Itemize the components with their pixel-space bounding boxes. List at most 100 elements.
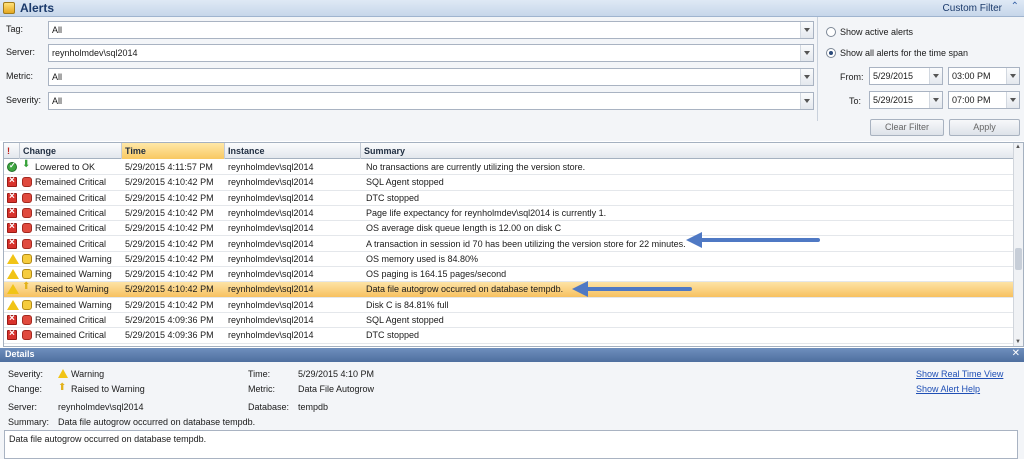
severity-column-header-icon[interactable]: ! <box>4 143 20 159</box>
critical-icon <box>7 206 17 218</box>
column-header-instance[interactable]: Instance <box>225 143 361 159</box>
chevron-down-icon[interactable] <box>800 93 813 109</box>
warning-state-icon <box>22 253 32 264</box>
critical-icon <box>7 237 17 249</box>
details-change-label: Change: <box>8 384 43 394</box>
cell-time: 5/29/2015 4:10:42 PM <box>125 177 214 188</box>
chevron-down-icon[interactable] <box>1006 92 1019 108</box>
tag-select[interactable]: All <box>48 21 814 39</box>
annotation-arrow-autogrow <box>572 281 692 297</box>
scroll-down-icon[interactable]: ▼ <box>1015 339 1021 345</box>
column-header-time[interactable]: Time <box>122 143 225 159</box>
table-row[interactable]: Remained Critical 5/29/2015 4:10:42 PM rey… <box>4 221 1014 237</box>
cell-summary: OS memory used is 84.80% <box>366 253 479 264</box>
annotation-arrow-version-store <box>686 232 820 248</box>
cell-summary: Page life expectancy for reynholmdev\sql… <box>366 207 607 218</box>
metric-select[interactable]: All <box>48 68 814 86</box>
table-row[interactable]: Lowered to OK 5/29/2015 4:11:57 PM reynhol… <box>4 159 1014 176</box>
cell-summary: DTC stopped <box>366 192 420 203</box>
cell-instance: reynholmdev\sql2014 <box>228 177 314 188</box>
table-row[interactable]: Remained Critical 5/29/2015 4:10:42 PM rey… <box>4 175 1014 191</box>
show-all-radio[interactable] <box>826 48 836 58</box>
chevron-down-icon[interactable] <box>929 92 942 108</box>
show-alert-help-link[interactable]: Show Alert Help <box>916 384 980 394</box>
cell-time: 5/29/2015 4:10:42 PM <box>125 238 214 249</box>
cell-instance: reynholmdev\sql2014 <box>228 315 314 325</box>
grid-header: ! Change Time Instance Summary <box>4 143 1014 159</box>
critical-state-icon <box>22 207 32 218</box>
warning-icon <box>58 369 68 378</box>
chevron-down-icon[interactable] <box>800 22 813 38</box>
filter-divider <box>817 17 818 121</box>
table-row[interactable]: Remained Warning 5/29/2015 4:10:42 PM reyn… <box>4 298 1014 313</box>
column-header-summary[interactable]: Summary <box>361 143 1014 159</box>
cell-instance: reynholmdev\sql2014 <box>228 223 314 234</box>
show-active-radio[interactable] <box>826 27 836 37</box>
to-time-picker[interactable]: 07:00 PM <box>948 91 1020 109</box>
cell-change: Raised to Warning <box>35 284 109 295</box>
clear-filter-button[interactable]: Clear Filter <box>870 119 944 136</box>
cell-instance: reynholmdev\sql2014 <box>228 192 314 203</box>
chevron-up-icon[interactable]: ⌃ <box>1011 1 1019 12</box>
arrow-down-icon <box>22 159 32 172</box>
details-header: Details ✕ <box>0 348 1024 362</box>
critical-state-icon <box>22 330 32 341</box>
table-row[interactable]: Remained Critical 5/29/2015 4:10:42 PM rey… <box>4 206 1014 222</box>
cell-summary: SQL Agent stopped <box>366 315 444 325</box>
cell-time: 5/29/2015 4:10:42 PM <box>125 192 214 203</box>
table-row[interactable]: Remained Critical 5/29/2015 4:09:36 PM rey… <box>4 328 1014 344</box>
details-message-box[interactable]: Data file autogrow occurred on database … <box>4 430 1018 459</box>
chevron-down-icon[interactable] <box>800 69 813 85</box>
details-time-label: Time: <box>248 369 271 379</box>
from-time-picker[interactable]: 03:00 PM <box>948 67 1020 85</box>
server-select[interactable]: reynholmdev\sql2014 <box>48 44 814 62</box>
cell-change: Remained Warning <box>35 299 112 310</box>
details-summary-value: Data file autogrow occurred on database … <box>58 417 256 427</box>
cell-time: 5/29/2015 4:10:42 PM <box>125 253 214 264</box>
table-row[interactable]: Remained Critical 5/29/2015 4:10:42 PM rey… <box>4 237 1014 252</box>
metric-filter-row: Metric: All <box>0 66 820 88</box>
scrollbar-thumb[interactable] <box>1015 248 1022 270</box>
custom-filter-toggle[interactable]: Custom Filter <box>943 3 1002 14</box>
cell-change: Remained Critical <box>35 223 107 234</box>
alerts-grid: ! Change Time Instance Summary Lowered t… <box>3 142 1024 347</box>
cell-instance: reynholmdev\sql2014 <box>228 253 314 264</box>
to-date-picker[interactable]: 5/29/2015 <box>869 91 943 109</box>
arrow-up-icon: ⬆ <box>58 382 67 393</box>
severity-filter-row: Severity: All <box>0 90 820 112</box>
cell-change: Remained Critical <box>35 330 107 341</box>
cell-change: Remained Critical <box>35 315 107 325</box>
alerts-header: Alerts Custom Filter ⌃ <box>0 0 1024 17</box>
cell-instance: reynholmdev\sql2014 <box>228 162 314 172</box>
apply-button[interactable]: Apply <box>949 119 1020 136</box>
column-header-change[interactable]: Change <box>20 143 122 159</box>
cell-instance: reynholmdev\sql2014 <box>228 284 314 295</box>
critical-icon <box>7 221 17 234</box>
table-row[interactable]: Remained Critical 5/29/2015 4:09:36 PM rey… <box>4 313 1014 329</box>
chevron-down-icon[interactable] <box>800 45 813 61</box>
table-row[interactable]: Remained Critical 5/29/2015 4:10:42 PM rey… <box>4 191 1014 206</box>
table-row[interactable]: Remained Warning 5/29/2015 4:10:42 PM reyn… <box>4 267 1014 283</box>
grid-scrollbar[interactable]: ▲ ▼ <box>1013 143 1023 346</box>
warning-state-icon <box>22 299 32 310</box>
table-row[interactable]: Remained Warning 5/29/2015 4:10:42 PM reyn… <box>4 252 1014 268</box>
cell-time: 5/29/2015 4:10:42 PM <box>125 284 214 295</box>
chevron-down-icon[interactable] <box>929 68 942 84</box>
cell-summary: No transactions are currently utilizing … <box>366 162 586 172</box>
cell-summary: DTC stopped <box>366 330 420 341</box>
cell-summary: SQL Agent stopped <box>366 177 444 188</box>
chevron-down-icon[interactable] <box>1006 68 1019 84</box>
scroll-up-icon[interactable]: ▲ <box>1015 144 1021 150</box>
from-date-picker[interactable]: 5/29/2015 <box>869 67 943 85</box>
details-change-value: Raised to Warning <box>71 384 145 394</box>
cell-change: Remained Critical <box>35 192 107 203</box>
details-severity-label: Severity: <box>8 369 44 379</box>
close-icon[interactable]: ✕ <box>1012 348 1020 359</box>
severity-select[interactable]: All <box>48 92 814 110</box>
table-row[interactable]: Raised to Warning 5/29/2015 4:10:42 PM rey… <box>4 281 1014 298</box>
warning-icon <box>7 284 19 295</box>
metric-label: Metric: <box>6 71 33 81</box>
show-real-time-view-link[interactable]: Show Real Time View <box>916 369 1003 379</box>
cell-time: 5/29/2015 4:10:42 PM <box>125 207 214 218</box>
warning-state-icon <box>22 269 32 280</box>
